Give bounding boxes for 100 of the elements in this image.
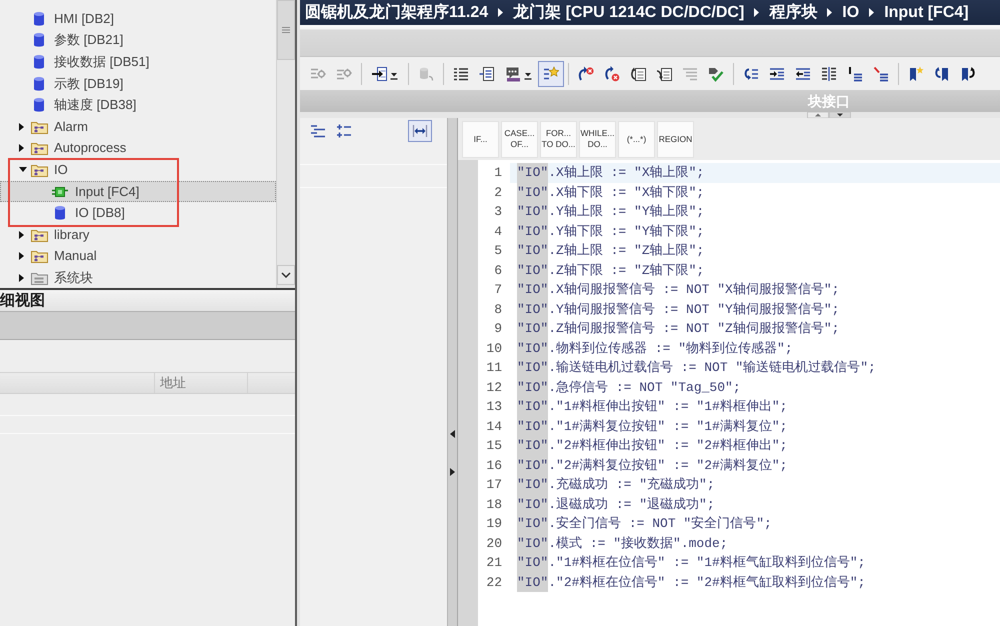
document-list-icon [479, 66, 495, 82]
arrow-page-icon [371, 66, 399, 82]
tree-item[interactable]: library [0, 224, 276, 246]
line-number: 13 [485, 398, 503, 416]
breadcrumb-arrow-icon [498, 8, 504, 17]
tree-item[interactable]: Autoprocess [0, 138, 276, 160]
instruction-button[interactable]: (*...*) [618, 120, 655, 158]
code-line: "IO".充磁成功 := "充磁成功"; [517, 477, 715, 492]
folder-icon [30, 228, 48, 242]
line-number: 9 [493, 320, 503, 338]
expand-arrow-icon[interactable] [19, 144, 24, 152]
line-number: 11 [485, 359, 503, 377]
instruction-button[interactable]: FOR... TO DO... [540, 120, 577, 158]
code-line: "IO"."1#料框在位信号" := "1#料框气缸取料到位信号"; [517, 555, 866, 570]
code-line: "IO".退磁成功 := "退磁成功"; [517, 496, 715, 512]
code-line: "IO"."2#料框伸出按钮" := "2#料框伸出"; [517, 438, 788, 453]
collapse-arrows-icon[interactable] [807, 112, 851, 118]
line-number: 2 [493, 184, 503, 202]
code-line: "IO".急停信号 := NOT "Tag_50"; [517, 380, 741, 394]
expand-arrow-icon[interactable] [19, 167, 27, 172]
tree-item[interactable]: Input [FC4] [0, 180, 276, 202]
code-line: "IO"."2#料框在位信号" := "2#料框气缸取料到位信号"; [517, 574, 866, 590]
tree-item[interactable]: IO [DB8] [0, 202, 276, 224]
code-line: "IO".物料到位传感器 := "物料到位传感器"; [517, 340, 793, 356]
instruction-button[interactable]: CASE... OF... [501, 120, 538, 158]
breadcrumb-item[interactable]: IO [842, 3, 860, 22]
tree-item[interactable]: 系统块 [0, 267, 276, 288]
code-line: "IO".Y轴上限 := "Y轴上限"; [517, 204, 704, 219]
folder-icon [30, 249, 48, 264]
line-number: 19 [485, 515, 503, 533]
tree-item[interactable]: 参数 [DB21] [0, 30, 276, 52]
expand-arrow-icon[interactable] [19, 252, 24, 260]
breadcrumb-item[interactable]: 龙门架 [CPU 1214C DC/DC/DC] [513, 3, 744, 22]
scrollbar[interactable] [276, 0, 295, 288]
line-number: 12 [485, 378, 503, 396]
page-arrow-icon [630, 66, 646, 82]
list-icon [453, 66, 469, 82]
instruction-button[interactable]: REGION [657, 120, 694, 158]
database-icon [33, 32, 45, 48]
expand-arrow-icon[interactable] [19, 230, 24, 239]
line-number: 14 [485, 418, 503, 436]
bookmark-arrow-icon [960, 66, 976, 82]
folder-icon [30, 141, 48, 156]
toolbar-button[interactable] [408, 120, 432, 142]
panel-title: 细视图 [0, 292, 45, 309]
database-icon [33, 54, 45, 70]
grip-icon [282, 27, 290, 33]
scroll-thumb[interactable] [277, 0, 295, 60]
folder-icon [30, 162, 48, 177]
tree-item[interactable]: 示教 [DB19] [0, 72, 276, 94]
width-arrows-icon [412, 123, 428, 139]
page-arrow-icon [656, 66, 672, 82]
bookmark-arrow-icon [934, 66, 950, 82]
code-line: "IO".Z轴伺服报警信号 := NOT "Z轴伺服报警信号"; [517, 321, 840, 336]
database-icon [33, 76, 45, 92]
breadcrumb-item[interactable]: 圆锯机及龙门架程序11.24 [305, 3, 488, 22]
line-number: 16 [485, 456, 503, 474]
code-line: "IO"."1#料框伸出按钮" := "1#料框伸出"; [517, 399, 788, 414]
tree-item[interactable]: Alarm [0, 116, 276, 138]
code-line: "IO".Y轴伺服报警信号 := NOT "Y轴伺服报警信号"; [517, 302, 840, 316]
cylinder-icon [418, 66, 434, 82]
arrow-cross-icon [578, 66, 594, 82]
code-editor[interactable] [458, 160, 1000, 626]
instruction-button[interactable]: IF... [462, 120, 499, 158]
instruction-button[interactable]: WHILE... DO... [579, 120, 616, 158]
breadcrumb-item[interactable]: Input [FC4] [884, 3, 969, 22]
indent-icon [769, 66, 785, 82]
splitter-arrows-icon[interactable] [450, 430, 456, 476]
breadcrumb-arrow-icon [869, 8, 874, 17]
tree-item[interactable]: HMI [DB2] [0, 8, 276, 30]
code-line: "IO".X轴伺服报警信号 := NOT "X轴伺服报警信号"; [517, 282, 840, 297]
block-icon [52, 186, 68, 198]
code-line: "IO".输送链电机过载信号 := NOT "输送链电机过载信号"; [517, 360, 876, 375]
check-icon [708, 66, 724, 82]
line-number: 18 [485, 496, 503, 514]
code-line: "IO".Z轴下限 := "Z轴下限"; [517, 262, 704, 278]
indent-list-icon [310, 123, 326, 139]
comment-icon [505, 66, 533, 82]
line-number: 6 [493, 262, 503, 280]
code-line: "IO"."2#满料复位按钮" := "2#满料复位"; [517, 458, 788, 472]
tree-item[interactable]: 轴速度 [DB38] [0, 94, 276, 116]
plus-list-icon [336, 123, 352, 139]
toolbar-button[interactable] [538, 60, 564, 86]
bars-icon [847, 66, 863, 82]
breadcrumb-item[interactable]: 程序块 [769, 3, 818, 22]
line-number: 1 [493, 164, 503, 182]
breadcrumb-arrow-icon [827, 8, 832, 17]
code-line: "IO".X轴下限 := "X轴下限"; [517, 184, 704, 200]
column-header[interactable]: 地址 [155, 373, 248, 393]
expand-arrow-icon[interactable] [19, 122, 24, 131]
tree-item[interactable]: Manual [0, 246, 276, 268]
bars-icon [873, 66, 889, 82]
tree-item[interactable]: 接收数据 [DB51] [0, 51, 276, 73]
tree-item[interactable]: IO [0, 159, 276, 181]
database-icon [33, 10, 45, 27]
scroll-down-button[interactable] [277, 265, 295, 285]
line-number: 3 [493, 203, 503, 221]
line-number: 7 [493, 281, 503, 299]
expand-arrow-icon[interactable] [19, 274, 24, 282]
line-number: 5 [493, 242, 503, 260]
